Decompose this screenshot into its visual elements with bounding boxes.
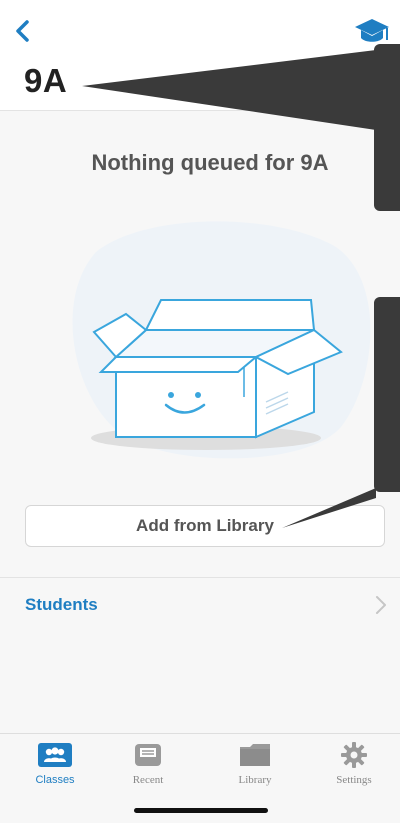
home-indicator[interactable]	[134, 808, 268, 813]
callout-pointer-title	[82, 50, 376, 130]
callout-pointers	[82, 50, 376, 528]
tab-label: Library	[238, 774, 272, 786]
people-icon	[38, 742, 72, 768]
callout-pointer-button	[282, 488, 376, 528]
tab-label: Settings	[336, 774, 372, 786]
folder-icon	[238, 742, 272, 768]
tab-settings[interactable]: Settings	[319, 742, 389, 802]
gear-icon	[337, 742, 371, 768]
tray-icon	[131, 742, 165, 768]
tab-library[interactable]: Library	[220, 742, 290, 802]
tab-label: Recent	[132, 774, 164, 786]
tab-recent[interactable]: Recent	[113, 742, 183, 802]
tab-label: Classes	[35, 774, 75, 786]
tab-classes[interactable]: Classes	[20, 742, 90, 802]
